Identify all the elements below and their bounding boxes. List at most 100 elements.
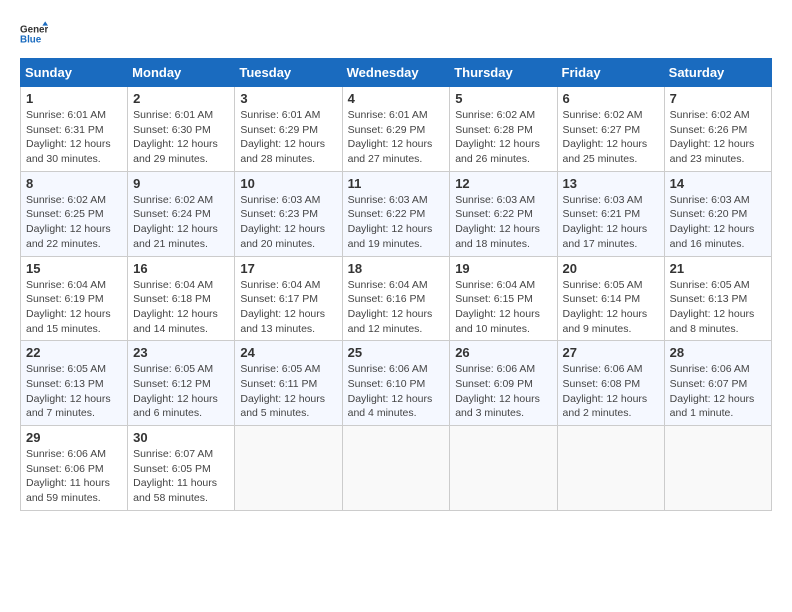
- day-number: 25: [348, 345, 445, 360]
- calendar-week-1: 1 Sunrise: 6:01 AM Sunset: 6:31 PM Dayli…: [21, 87, 772, 172]
- day-number: 10: [240, 176, 336, 191]
- calendar-cell: 8 Sunrise: 6:02 AM Sunset: 6:25 PM Dayli…: [21, 171, 128, 256]
- day-number: 22: [26, 345, 122, 360]
- day-number: 30: [133, 430, 229, 445]
- weekday-header-sunday: Sunday: [21, 59, 128, 87]
- day-detail: Sunrise: 6:06 AM Sunset: 6:09 PM Dayligh…: [455, 362, 551, 421]
- calendar-cell: 30 Sunrise: 6:07 AM Sunset: 6:05 PM Dayl…: [128, 426, 235, 511]
- day-number: 19: [455, 261, 551, 276]
- calendar-cell: 20 Sunrise: 6:05 AM Sunset: 6:14 PM Dayl…: [557, 256, 664, 341]
- day-number: 7: [670, 91, 766, 106]
- day-number: 8: [26, 176, 122, 191]
- day-number: 23: [133, 345, 229, 360]
- day-number: 29: [26, 430, 122, 445]
- day-detail: Sunrise: 6:02 AM Sunset: 6:27 PM Dayligh…: [563, 108, 659, 167]
- weekday-header-wednesday: Wednesday: [342, 59, 450, 87]
- day-detail: Sunrise: 6:04 AM Sunset: 6:17 PM Dayligh…: [240, 278, 336, 337]
- day-number: 4: [348, 91, 445, 106]
- calendar-cell: 25 Sunrise: 6:06 AM Sunset: 6:10 PM Dayl…: [342, 341, 450, 426]
- day-detail: Sunrise: 6:06 AM Sunset: 6:06 PM Dayligh…: [26, 447, 122, 506]
- calendar-cell: 5 Sunrise: 6:02 AM Sunset: 6:28 PM Dayli…: [450, 87, 557, 172]
- day-number: 9: [133, 176, 229, 191]
- day-detail: Sunrise: 6:03 AM Sunset: 6:22 PM Dayligh…: [348, 193, 445, 252]
- day-detail: Sunrise: 6:06 AM Sunset: 6:07 PM Dayligh…: [670, 362, 766, 421]
- calendar-cell: 16 Sunrise: 6:04 AM Sunset: 6:18 PM Dayl…: [128, 256, 235, 341]
- svg-text:Blue: Blue: [20, 34, 42, 45]
- calendar-cell: 23 Sunrise: 6:05 AM Sunset: 6:12 PM Dayl…: [128, 341, 235, 426]
- day-number: 27: [563, 345, 659, 360]
- calendar-cell: [235, 426, 342, 511]
- weekday-header-tuesday: Tuesday: [235, 59, 342, 87]
- day-number: 5: [455, 91, 551, 106]
- weekday-header-monday: Monday: [128, 59, 235, 87]
- day-detail: Sunrise: 6:05 AM Sunset: 6:11 PM Dayligh…: [240, 362, 336, 421]
- day-number: 21: [670, 261, 766, 276]
- day-number: 3: [240, 91, 336, 106]
- calendar-cell: 2 Sunrise: 6:01 AM Sunset: 6:30 PM Dayli…: [128, 87, 235, 172]
- calendar-cell: [557, 426, 664, 511]
- calendar-cell: 9 Sunrise: 6:02 AM Sunset: 6:24 PM Dayli…: [128, 171, 235, 256]
- day-detail: Sunrise: 6:02 AM Sunset: 6:26 PM Dayligh…: [670, 108, 766, 167]
- day-detail: Sunrise: 6:07 AM Sunset: 6:05 PM Dayligh…: [133, 447, 229, 506]
- day-detail: Sunrise: 6:05 AM Sunset: 6:14 PM Dayligh…: [563, 278, 659, 337]
- day-number: 6: [563, 91, 659, 106]
- calendar-cell: 10 Sunrise: 6:03 AM Sunset: 6:23 PM Dayl…: [235, 171, 342, 256]
- weekday-header-saturday: Saturday: [664, 59, 771, 87]
- calendar-cell: 26 Sunrise: 6:06 AM Sunset: 6:09 PM Dayl…: [450, 341, 557, 426]
- calendar-cell: 19 Sunrise: 6:04 AM Sunset: 6:15 PM Dayl…: [450, 256, 557, 341]
- day-detail: Sunrise: 6:02 AM Sunset: 6:28 PM Dayligh…: [455, 108, 551, 167]
- day-number: 17: [240, 261, 336, 276]
- calendar-cell: [664, 426, 771, 511]
- day-detail: Sunrise: 6:04 AM Sunset: 6:18 PM Dayligh…: [133, 278, 229, 337]
- day-detail: Sunrise: 6:01 AM Sunset: 6:31 PM Dayligh…: [26, 108, 122, 167]
- calendar-week-5: 29 Sunrise: 6:06 AM Sunset: 6:06 PM Dayl…: [21, 426, 772, 511]
- day-number: 11: [348, 176, 445, 191]
- day-number: 18: [348, 261, 445, 276]
- day-detail: Sunrise: 6:03 AM Sunset: 6:23 PM Dayligh…: [240, 193, 336, 252]
- day-detail: Sunrise: 6:02 AM Sunset: 6:25 PM Dayligh…: [26, 193, 122, 252]
- calendar-cell: 1 Sunrise: 6:01 AM Sunset: 6:31 PM Dayli…: [21, 87, 128, 172]
- calendar-cell: 14 Sunrise: 6:03 AM Sunset: 6:20 PM Dayl…: [664, 171, 771, 256]
- day-number: 20: [563, 261, 659, 276]
- calendar-cell: 4 Sunrise: 6:01 AM Sunset: 6:29 PM Dayli…: [342, 87, 450, 172]
- day-detail: Sunrise: 6:05 AM Sunset: 6:13 PM Dayligh…: [670, 278, 766, 337]
- day-detail: Sunrise: 6:01 AM Sunset: 6:29 PM Dayligh…: [240, 108, 336, 167]
- calendar-cell: 29 Sunrise: 6:06 AM Sunset: 6:06 PM Dayl…: [21, 426, 128, 511]
- day-detail: Sunrise: 6:04 AM Sunset: 6:16 PM Dayligh…: [348, 278, 445, 337]
- calendar-cell: 13 Sunrise: 6:03 AM Sunset: 6:21 PM Dayl…: [557, 171, 664, 256]
- day-number: 28: [670, 345, 766, 360]
- day-number: 16: [133, 261, 229, 276]
- day-number: 1: [26, 91, 122, 106]
- day-detail: Sunrise: 6:03 AM Sunset: 6:20 PM Dayligh…: [670, 193, 766, 252]
- calendar-cell: [342, 426, 450, 511]
- day-detail: Sunrise: 6:01 AM Sunset: 6:30 PM Dayligh…: [133, 108, 229, 167]
- calendar-cell: 3 Sunrise: 6:01 AM Sunset: 6:29 PM Dayli…: [235, 87, 342, 172]
- weekday-header-thursday: Thursday: [450, 59, 557, 87]
- calendar-cell: 15 Sunrise: 6:04 AM Sunset: 6:19 PM Dayl…: [21, 256, 128, 341]
- calendar-cell: [450, 426, 557, 511]
- page-header: General Blue: [20, 20, 772, 48]
- calendar-cell: 18 Sunrise: 6:04 AM Sunset: 6:16 PM Dayl…: [342, 256, 450, 341]
- day-detail: Sunrise: 6:03 AM Sunset: 6:22 PM Dayligh…: [455, 193, 551, 252]
- calendar-cell: 28 Sunrise: 6:06 AM Sunset: 6:07 PM Dayl…: [664, 341, 771, 426]
- calendar-cell: 12 Sunrise: 6:03 AM Sunset: 6:22 PM Dayl…: [450, 171, 557, 256]
- calendar-cell: 22 Sunrise: 6:05 AM Sunset: 6:13 PM Dayl…: [21, 341, 128, 426]
- calendar-cell: 6 Sunrise: 6:02 AM Sunset: 6:27 PM Dayli…: [557, 87, 664, 172]
- day-detail: Sunrise: 6:04 AM Sunset: 6:19 PM Dayligh…: [26, 278, 122, 337]
- calendar-week-4: 22 Sunrise: 6:05 AM Sunset: 6:13 PM Dayl…: [21, 341, 772, 426]
- calendar-week-2: 8 Sunrise: 6:02 AM Sunset: 6:25 PM Dayli…: [21, 171, 772, 256]
- day-number: 24: [240, 345, 336, 360]
- day-number: 12: [455, 176, 551, 191]
- logo: General Blue: [20, 20, 48, 48]
- day-detail: Sunrise: 6:05 AM Sunset: 6:13 PM Dayligh…: [26, 362, 122, 421]
- day-detail: Sunrise: 6:04 AM Sunset: 6:15 PM Dayligh…: [455, 278, 551, 337]
- calendar-table: SundayMondayTuesdayWednesdayThursdayFrid…: [20, 58, 772, 511]
- calendar-cell: 11 Sunrise: 6:03 AM Sunset: 6:22 PM Dayl…: [342, 171, 450, 256]
- day-number: 26: [455, 345, 551, 360]
- weekday-header-friday: Friday: [557, 59, 664, 87]
- day-detail: Sunrise: 6:06 AM Sunset: 6:08 PM Dayligh…: [563, 362, 659, 421]
- day-number: 15: [26, 261, 122, 276]
- calendar-cell: 7 Sunrise: 6:02 AM Sunset: 6:26 PM Dayli…: [664, 87, 771, 172]
- calendar-cell: 17 Sunrise: 6:04 AM Sunset: 6:17 PM Dayl…: [235, 256, 342, 341]
- day-number: 2: [133, 91, 229, 106]
